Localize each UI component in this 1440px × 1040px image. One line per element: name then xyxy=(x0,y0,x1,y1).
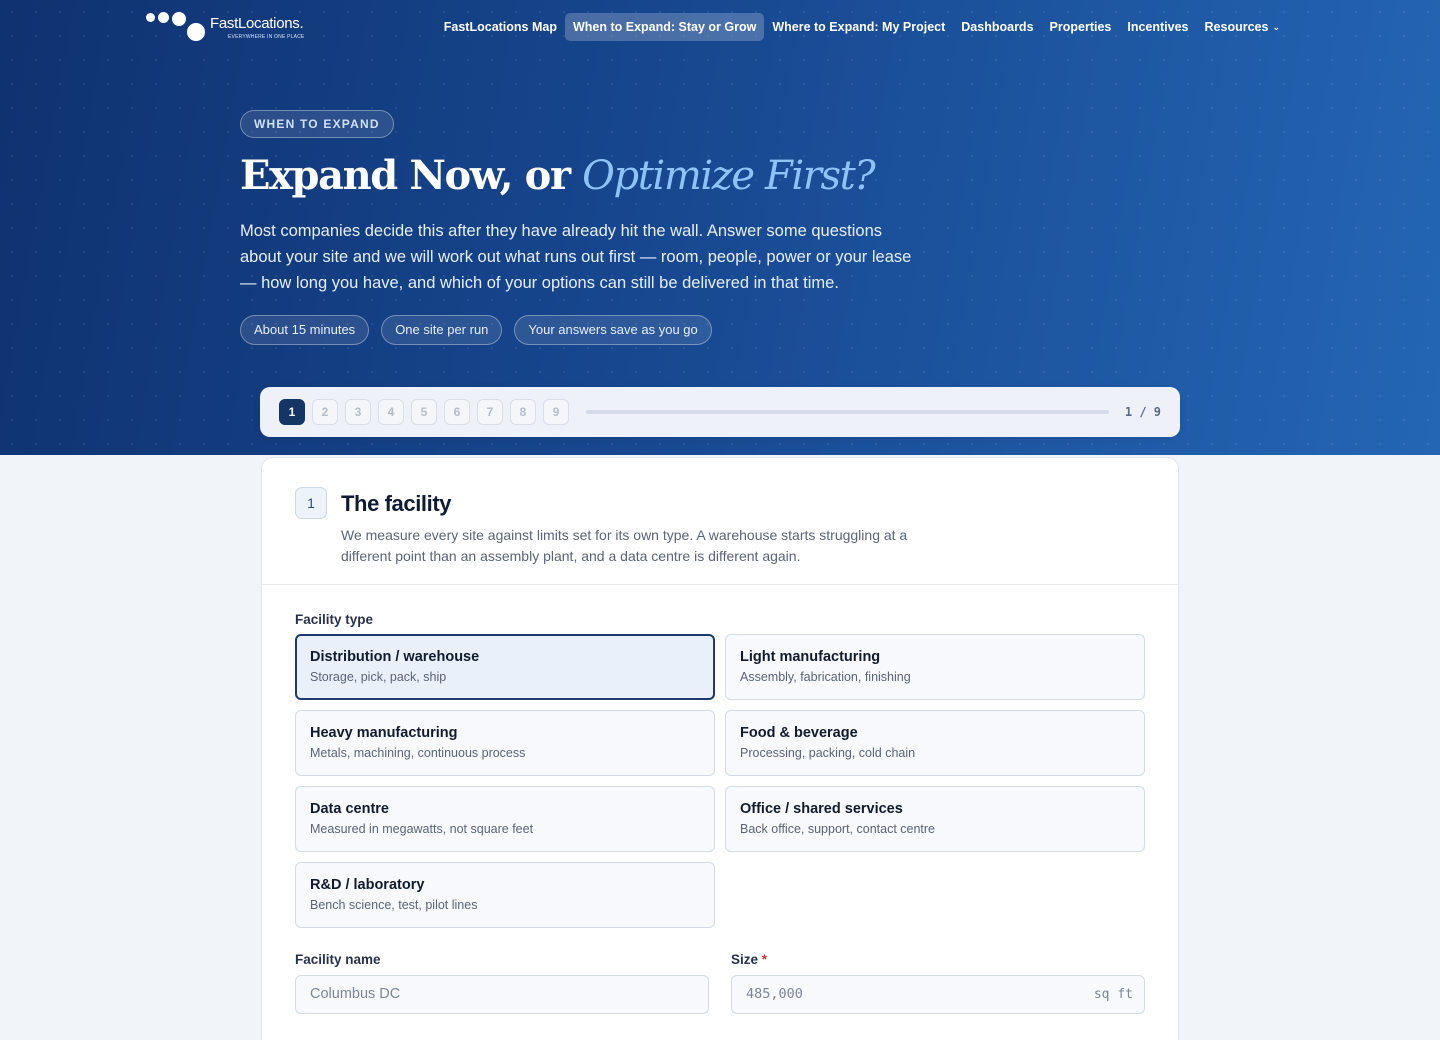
facility-type-label: Facility type xyxy=(295,612,374,627)
section-description: We measure every site against limits set… xyxy=(341,527,908,564)
section-title: The facility xyxy=(341,491,452,516)
option-light-manufacturing[interactable]: Light manufacturing Assembly, fabricatio… xyxy=(725,634,1145,700)
nav-properties[interactable]: Properties xyxy=(1042,13,1120,41)
step-6[interactable]: 6 xyxy=(444,399,470,425)
hero-description: Most companies decide this after they ha… xyxy=(240,222,912,292)
size-placeholder: 485,000 xyxy=(746,986,803,1002)
facility-name-placeholder: Columbus DC xyxy=(310,986,401,1002)
step-list: 1 2 3 4 5 6 7 8 9 xyxy=(279,399,569,425)
step-2[interactable]: 2 xyxy=(312,399,338,425)
section-header: 1 The facility We measure every site aga… xyxy=(262,458,1178,585)
page-title: Expand Now, or Optimize First? xyxy=(240,152,876,199)
nav-dashboards[interactable]: Dashboards xyxy=(953,13,1041,41)
size-label: Size * xyxy=(731,952,767,967)
eyebrow-badge: WHEN TO EXPAND xyxy=(240,110,394,138)
logo-tagline: EVERYWHERE IN ONE PLACE xyxy=(228,34,305,40)
option-subtitle: Assembly, fabrication, finishing xyxy=(740,670,911,684)
logo-dot-icon xyxy=(187,23,205,41)
facility-name-input[interactable]: Columbus DC xyxy=(295,975,709,1014)
step-counter: 1 / 9 xyxy=(1124,405,1161,419)
required-marker: * xyxy=(761,952,768,967)
option-title: Light manufacturing xyxy=(740,649,881,665)
logo-wordmark: FastLocations. xyxy=(210,15,304,32)
size-unit: sq ft xyxy=(1093,987,1133,1002)
option-subtitle: Metals, machining, continuous process xyxy=(310,746,526,760)
option-heavy-manufacturing[interactable]: Heavy manufacturing Metals, machining, c… xyxy=(295,710,715,776)
hero-pills: About 15 minutes One site per run Your a… xyxy=(240,315,712,345)
option-title: Data centre xyxy=(310,801,389,817)
step-5[interactable]: 5 xyxy=(411,399,437,425)
option-title: Heavy manufacturing xyxy=(310,725,458,741)
step-4[interactable]: 4 xyxy=(378,399,404,425)
option-subtitle: Storage, pick, pack, ship xyxy=(310,670,447,684)
nav-when-to-expand[interactable]: When to Expand: Stay or Grow xyxy=(564,13,765,41)
nav-fastlocations-map[interactable]: FastLocations Map xyxy=(436,13,565,41)
option-rd-laboratory[interactable]: R&D / laboratory Bench science, test, pi… xyxy=(295,862,715,928)
nav-where-to-expand[interactable]: Where to Expand: My Project xyxy=(764,13,953,41)
title-main: Expand Now, or xyxy=(240,152,583,199)
size-label-text: Size xyxy=(731,952,759,967)
option-distribution-warehouse[interactable]: Distribution / warehouse Storage, pick, … xyxy=(295,634,715,700)
option-food-beverage[interactable]: Food & beverage Processing, packing, col… xyxy=(725,710,1145,776)
nav-resources[interactable]: Resources ⌄ xyxy=(1197,13,1288,41)
pill-autosave: Your answers save as you go xyxy=(514,315,712,345)
nav-incentives[interactable]: Incentives xyxy=(1119,13,1196,41)
option-subtitle: Bench science, test, pilot lines xyxy=(310,898,478,912)
option-subtitle: Measured in megawatts, not square feet xyxy=(310,822,534,836)
chevron-down-icon: ⌄ xyxy=(1272,22,1280,32)
option-title: Office / shared services xyxy=(740,801,903,817)
option-title: Food & beverage xyxy=(740,725,858,741)
step-progress: 1 2 3 4 5 6 7 8 9 1 / 9 xyxy=(260,387,1180,437)
size-input[interactable]: 485,000 sq ft xyxy=(731,975,1145,1014)
nav-resources-label: Resources xyxy=(1204,20,1269,34)
step-3[interactable]: 3 xyxy=(345,399,371,425)
facility-name-label: Facility name xyxy=(295,952,381,967)
option-subtitle: Back office, support, contact centre xyxy=(740,822,936,836)
pill-duration: About 15 minutes xyxy=(240,315,370,345)
form-card: 1 The facility We measure every site aga… xyxy=(261,457,1179,1040)
logo-dot-icon xyxy=(172,12,186,26)
step-7[interactable]: 7 xyxy=(477,399,503,425)
option-data-centre[interactable]: Data centre Measured in megawatts, not s… xyxy=(295,786,715,852)
main-nav: FastLocations Map When to Expand: Stay o… xyxy=(436,13,1288,41)
option-title: Distribution / warehouse xyxy=(310,649,480,665)
section-number: 1 xyxy=(295,487,327,519)
logo-dot-icon xyxy=(158,12,169,23)
step-9[interactable]: 9 xyxy=(543,399,569,425)
step-1[interactable]: 1 xyxy=(279,399,305,425)
pill-one-site: One site per run xyxy=(381,315,503,345)
hero-banner: FastLocations. EVERYWHERE IN ONE PLACE F… xyxy=(0,0,1440,455)
step-8[interactable]: 8 xyxy=(510,399,536,425)
option-title: R&D / laboratory xyxy=(310,877,425,893)
option-office-shared-services[interactable]: Office / shared services Back office, su… xyxy=(725,786,1145,852)
title-accent: Optimize First? xyxy=(582,153,876,199)
progress-track xyxy=(586,410,1109,414)
logo-dot-icon xyxy=(146,13,155,22)
option-subtitle: Processing, packing, cold chain xyxy=(740,746,916,760)
fastlocations-logo[interactable]: FastLocations. EVERYWHERE IN ONE PLACE xyxy=(146,10,316,44)
